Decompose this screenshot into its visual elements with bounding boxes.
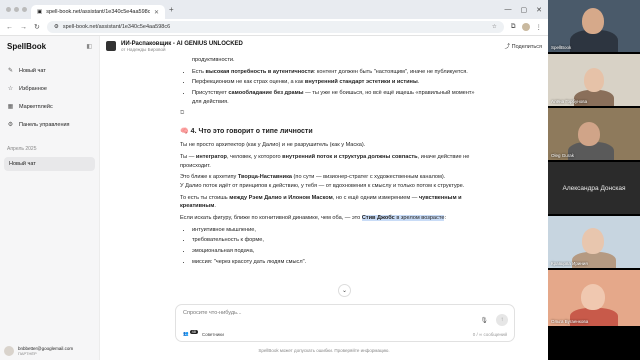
share-icon: ⤴	[504, 44, 511, 50]
bookmark-star-icon[interactable]: ☆	[492, 24, 497, 30]
participant-tile[interactable]: Oleg Gurak	[548, 108, 640, 160]
participant-tile[interactable]: Кравцова Ириния	[548, 216, 640, 268]
participant-tile[interactable]: Алёна Горбунова	[548, 54, 640, 106]
video-call-panel: SpellBook Алёна Горбунова Oleg Gurak Але…	[548, 0, 640, 360]
advisors-label[interactable]: Советники	[202, 332, 224, 337]
advisors-count-badge: 48	[189, 329, 198, 334]
participant-tile[interactable]: Александра Донская	[548, 162, 640, 214]
maximize-icon[interactable]: ▢	[521, 6, 528, 14]
paragraph: Это ближе к архетипу Творца-Наставника (…	[180, 174, 465, 190]
text-fragment: продуктивности.	[192, 57, 235, 63]
favicon-icon: ▣	[37, 9, 43, 15]
list-item: интуитивное мышление,	[192, 226, 480, 235]
chat-history-item[interactable]: Новый чат	[4, 157, 95, 171]
chat-title: ИИ-Распаковщик - AI GENIUS UNLOCKED	[121, 40, 243, 47]
history-section-label: Апрель 2025	[7, 146, 37, 152]
site-info-icon[interactable]: ⚙	[54, 24, 59, 30]
sidebar-item-label: Маркетплейс	[19, 103, 53, 110]
avatar	[4, 346, 14, 356]
paragraph: Ты не просто архитектор (как у Далио) и …	[180, 142, 366, 149]
share-label: Поделиться	[511, 44, 542, 50]
url-field[interactable]: ⚙ spell-book.net/assistant/1e340c5e4aa59…	[46, 21, 504, 33]
new-chat-icon: ✎	[7, 68, 14, 74]
sidebar-item-marketplace[interactable]: ▦ Маркетплейс	[4, 99, 95, 114]
menu-icon[interactable]: ⋮	[536, 23, 543, 31]
paragraph: Если искать фигуру, ближе по когнитивной…	[180, 215, 447, 222]
sidebar-item-new-chat[interactable]: ✎ Новый чат	[4, 63, 95, 78]
participant-name: Oleg Gurak	[551, 153, 575, 158]
forward-icon[interactable]: →	[20, 24, 27, 31]
participant-name: Кравцова Ириния	[551, 261, 588, 266]
chat-header: ИИ-Распаковщик - AI GENIUS UNLOCKED от Н…	[100, 36, 548, 56]
bullet-list-top: Есть высокая потребность в аутентичности…	[180, 68, 480, 107]
paragraph: Ты — интегратор, человек, у которого вну…	[180, 154, 470, 169]
disclaimer: SpellBook может допускать ошибки. Провер…	[258, 348, 390, 353]
extensions-icon[interactable]: ⧉	[511, 23, 516, 31]
list-item: Есть высокая потребность в аутентичности…	[192, 68, 480, 77]
advisors-icon[interactable]: 👥	[183, 331, 189, 337]
participant-name: SpellBook	[551, 45, 572, 50]
close-window-icon[interactable]: ✕	[536, 6, 542, 14]
sidebar-item-favorites[interactable]: ☆ Избранное	[4, 81, 95, 96]
sidebar-item-admin[interactable]: ⚙ Панель управления	[4, 117, 95, 132]
scroll-down-button[interactable]: ⌄	[338, 284, 351, 297]
admin-panel-icon: ⚙	[7, 122, 14, 128]
copy-icon[interactable]: ⧉	[180, 109, 480, 118]
paragraph: То есть ты стоишь между Рэем Далио и Ило…	[180, 194, 462, 210]
chat-area: ИИ-Распаковщик - AI GENIUS UNLOCKED от Н…	[100, 36, 548, 360]
participant-tile[interactable]: SpellBook	[548, 0, 640, 52]
reload-icon[interactable]: ↻	[34, 23, 40, 31]
participant-tile[interactable]: Ольга Бугаенкова	[548, 270, 640, 326]
marketplace-icon: ▦	[7, 104, 14, 110]
message-counter: 0 / ∞ сообщений	[472, 331, 507, 337]
share-button[interactable]: ⤴ Поделиться	[505, 42, 542, 50]
assistant-message: продуктивности. Есть высокая потребность…	[180, 56, 480, 269]
minimize-icon[interactable]: —	[505, 6, 512, 14]
sidebar-item-label: Избранное	[19, 85, 47, 92]
user-profile[interactable]: bnbbetter@googlemail.com ПАРТНЁР	[4, 346, 73, 356]
list-item: эмоциональная подача,	[192, 247, 480, 256]
participant-name: Алёна Горбунова	[551, 99, 588, 104]
message-composer[interactable]: Спросите что-нибудь... 🎙 ↑ 👥 48 Советник…	[175, 304, 515, 342]
list-item: Перфекционизм не как страх оценки, а как…	[192, 78, 480, 87]
address-bar: ← → ↻ ⚙ spell-book.net/assistant/1e340c5…	[0, 19, 548, 36]
bullet-list-bottom: интуитивное мышление, требовательность к…	[180, 226, 480, 267]
logo-text: SpellBook	[7, 42, 47, 51]
tab-title: spell-book.net/assistant/1e340c5e4aa598c…	[46, 9, 150, 15]
list-item: миссия: "через красоту дать людям смысл"…	[192, 258, 480, 267]
participant-name: Ольга Бугаенкова	[551, 319, 589, 324]
profile-avatar[interactable]	[521, 23, 530, 31]
tab-bar: ▣ spell-book.net/assistant/1e340c5e4aa59…	[0, 0, 548, 19]
section-heading: 🧠 4. Что это говорит о типе личности	[180, 127, 313, 135]
send-button[interactable]: ↑	[496, 314, 508, 326]
window-controls	[6, 7, 27, 12]
user-role: ПАРТНЁР	[18, 351, 37, 356]
participant-name: Александра Донская	[562, 184, 626, 192]
logo: SpellBook ◧	[4, 42, 95, 51]
star-icon: ☆	[7, 86, 14, 92]
browser-tab[interactable]: ▣ spell-book.net/assistant/1e340c5e4aa59…	[31, 5, 165, 19]
chat-subtitle: от Надежды Бировой	[121, 46, 166, 52]
close-tab-icon[interactable]: ✕	[154, 9, 159, 16]
microphone-icon[interactable]: 🎙	[480, 317, 488, 324]
assistant-icon	[106, 41, 116, 51]
new-tab-button[interactable]: +	[169, 5, 174, 14]
back-icon[interactable]: ←	[6, 24, 13, 31]
url-text: spell-book.net/assistant/1e340c5e4aa598c…	[62, 24, 171, 30]
message-input[interactable]: Спросите что-нибудь...	[183, 310, 507, 316]
sidebar-item-label: Панель управления	[19, 121, 70, 128]
chevron-down-icon: ⌄	[341, 288, 348, 294]
sidebar-item-label: Новый чат	[19, 67, 46, 74]
brain-icon: 🧠	[180, 127, 189, 135]
list-item: требовательность к форме,	[192, 236, 480, 245]
collapse-sidebar-icon[interactable]: ◧	[86, 43, 92, 50]
browser-window: ▣ spell-book.net/assistant/1e340c5e4aa59…	[0, 0, 548, 360]
list-item: Присутствует самообладание без драмы — т…	[192, 89, 480, 106]
app: SpellBook ◧ ✎ Новый чат ☆ Избранное ▦ Марке…	[0, 36, 548, 360]
text-selection: Стив Джобс в зрелом возрасте	[361, 215, 445, 222]
sidebar: SpellBook ◧ ✎ Новый чат ☆ Избранное ▦ Марке…	[0, 36, 100, 360]
